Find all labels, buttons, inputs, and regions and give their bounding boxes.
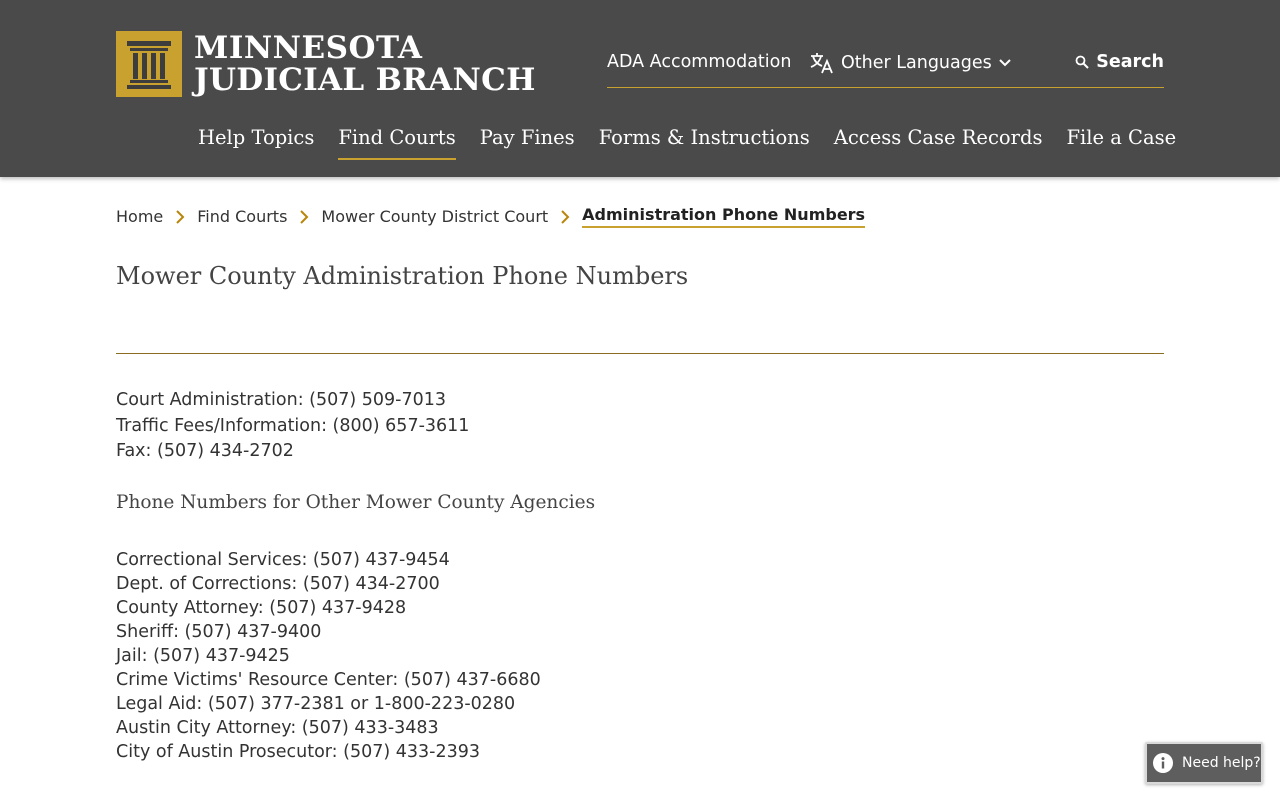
nav-pay-fines[interactable]: Pay Fines (480, 126, 575, 160)
breadcrumb-home[interactable]: Home (116, 207, 163, 226)
phone-line: Court Administration: (507) 509-7013 (116, 390, 447, 410)
need-help-label: Need help? (1182, 755, 1261, 771)
phone-line: Traffic Fees/Information: (800) 657-3611 (116, 415, 470, 436)
nav-access-case-records[interactable]: Access Case Records (834, 126, 1043, 160)
chevron-down-icon (999, 59, 1011, 67)
chevron-right-icon (561, 209, 570, 224)
breadcrumb-current: Administration Phone Numbers (582, 205, 866, 228)
nav-file-a-case[interactable]: File a Case (1066, 126, 1176, 160)
nav-find-courts[interactable]: Find Courts (338, 126, 456, 160)
translate-icon (810, 53, 833, 74)
main-nav: Help Topics Find Courts Pay Fines Forms … (198, 126, 1200, 160)
breadcrumb: Home Find Courts Mower County District C… (116, 205, 866, 228)
search-button[interactable]: Search (1075, 52, 1164, 72)
chevron-right-icon (300, 209, 309, 224)
divider (116, 353, 1164, 354)
phone-line: Jail: (507) 437-9425 (116, 646, 290, 666)
search-label: Search (1096, 52, 1164, 72)
search-icon (1075, 55, 1089, 69)
chevron-right-icon (176, 209, 185, 224)
site-header: MINNESOTA JUDICIAL BRANCH ADA Accommodat… (0, 0, 1280, 177)
logo-link[interactable]: MINNESOTA JUDICIAL BRANCH (116, 31, 536, 97)
phone-line: Crime Victims' Resource Center: (507) 43… (116, 670, 541, 690)
utility-bar: ADA Accommodation Other Languages Search (607, 50, 1164, 88)
logo-line-2: JUDICIAL BRANCH (194, 62, 536, 98)
phone-line: City of Austin Prosecutor: (507) 433-239… (116, 742, 480, 762)
phone-line: Austin City Attorney: (507) 433-3483 (116, 718, 439, 738)
agencies-heading: Phone Numbers for Other Mower County Age… (116, 492, 596, 513)
phone-line: Dept. of Corrections: (507) 434-2700 (116, 574, 440, 594)
phone-line: Correctional Services: (507) 437-9454 (116, 550, 450, 570)
breadcrumb-mower-county[interactable]: Mower County District Court (321, 207, 548, 226)
phone-line: Fax: (507) 434-2702 (116, 441, 294, 461)
nav-help-topics[interactable]: Help Topics (198, 126, 314, 160)
other-languages-dropdown[interactable]: Other Languages (810, 52, 1012, 74)
logo-text: MINNESOTA JUDICIAL BRANCH (194, 32, 536, 96)
need-help-button[interactable]: Need help? (1145, 742, 1263, 784)
ada-accommodation-link[interactable]: ADA Accommodation (607, 52, 791, 72)
court-phone-list: Court Administration: (507) 509-7013 Tra… (116, 388, 469, 465)
pillar-logo-icon (116, 31, 182, 97)
nav-forms-instructions[interactable]: Forms & Instructions (599, 126, 810, 160)
page-title: Mower County Administration Phone Number… (116, 262, 689, 290)
other-languages-label: Other Languages (841, 53, 992, 73)
phone-line: Legal Aid: (507) 377-2381 or 1-800-223-0… (116, 694, 516, 714)
agency-phone-list: Correctional Services: (507) 437-9454 De… (116, 548, 541, 764)
phone-line: County Attorney: (507) 437-9428 (116, 598, 407, 618)
logo-line-1: MINNESOTA (194, 30, 423, 66)
breadcrumb-find-courts[interactable]: Find Courts (197, 207, 287, 226)
info-icon (1153, 753, 1173, 773)
phone-line: Sheriff: (507) 437-9400 (116, 622, 322, 642)
